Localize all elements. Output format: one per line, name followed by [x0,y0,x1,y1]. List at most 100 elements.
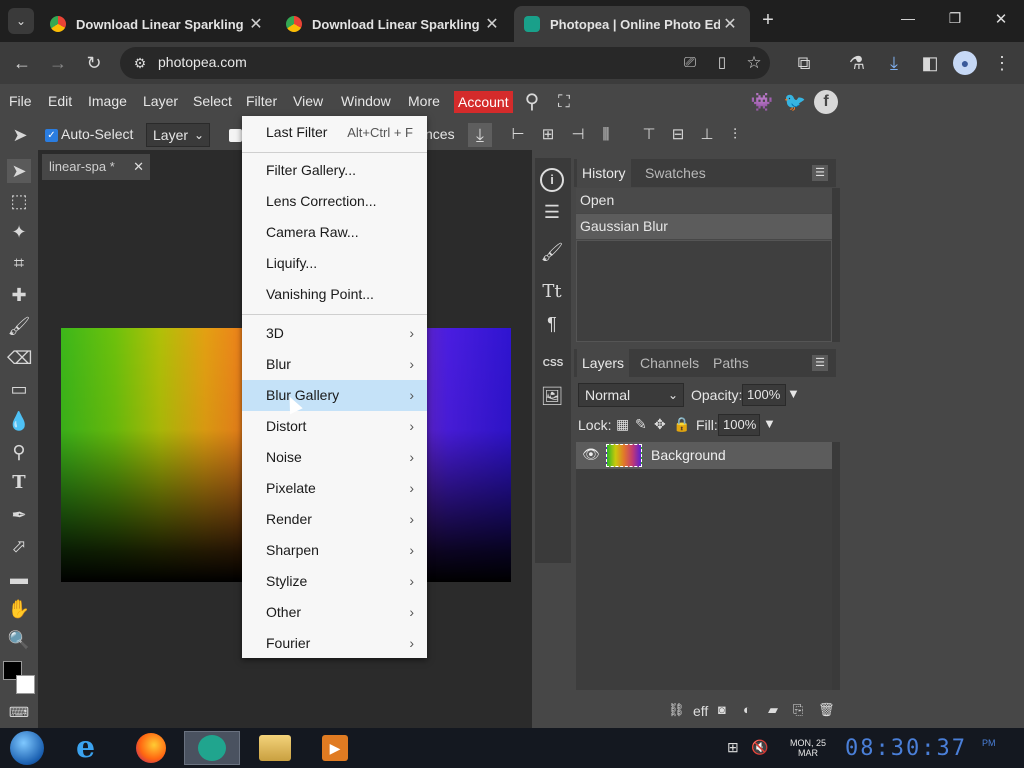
tab-swatches[interactable]: Swatches [640,159,711,187]
blend-mode-select[interactable]: Normal ⌄ [578,383,684,407]
move-tool-icon[interactable]: ➤ [7,159,31,183]
tab-search-button[interactable]: ⌄ [8,8,34,34]
tab-channels[interactable]: Channels [635,349,704,377]
document-tab[interactable]: linear-spa * ✕ [42,154,150,180]
menu-item-stylize[interactable]: Stylize › [242,566,427,597]
tab-close-icon[interactable]: ✕ [246,14,266,34]
layers-scrollbar[interactable] [832,442,840,690]
tab-close-icon[interactable]: ✕ [720,14,740,34]
volume-muted-icon[interactable]: 🔇 [751,739,768,756]
back-icon[interactable]: ← [10,51,34,75]
menu-item-blur-gallery[interactable]: Blur Gallery › [242,380,427,411]
align-right-icon[interactable]: ⊣ [566,123,590,147]
new-group-icon[interactable]: ▰ [768,702,778,718]
magic-wand-tool-icon[interactable]: ✦ [7,220,31,244]
brush-settings-icon[interactable]: 🖌 [540,240,564,264]
align-left-icon[interactable]: ⊢ [506,123,530,147]
marquee-tool-icon[interactable]: ⬚ [7,189,31,213]
distribute-v-icon[interactable]: ⫶ [723,123,747,147]
media-player-icon[interactable]: ▶ [312,731,358,765]
browser-tab-2[interactable]: Download Linear Sparkling Ra ✕ [276,6,512,42]
tab-layers[interactable]: Layers [577,349,630,377]
menu-item-render[interactable]: Render › [242,504,427,535]
search-icon[interactable]: ⚲ [520,90,544,114]
layer-row[interactable]: 👁 Background [576,442,832,469]
install-app-icon[interactable]: ⎚ [678,51,702,75]
facebook-icon[interactable]: f [814,90,838,114]
menu-filter[interactable]: Filter [246,93,277,109]
pen-tool-icon[interactable]: ✒ [7,503,31,527]
menu-item-blur[interactable]: Blur › [242,349,427,380]
new-layer-icon[interactable]: ⎘ [793,702,803,718]
address-bar[interactable]: ⚙ photopea.com ⎚ ▯ ☆ [120,47,770,79]
menu-item-vanishing-point[interactable]: Vanishing Point... [242,279,427,310]
healing-tool-icon[interactable]: ✚ [7,283,31,307]
profile-avatar-icon[interactable]: ● [953,51,977,75]
distribute-h-icon[interactable]: ⫼ [594,123,618,147]
menu-item-filter-gallery[interactable]: Filter Gallery... [242,155,427,186]
reload-icon[interactable]: ↻ [82,51,106,75]
opacity-dropdown-icon[interactable]: ▼ [787,386,800,401]
reddit-icon[interactable]: 👾 [750,90,774,114]
background-color-swatch[interactable] [16,675,35,694]
info-icon[interactable]: i [540,168,564,192]
shape-tool-icon[interactable]: ▬ [7,566,31,590]
paragraph-icon[interactable]: ¶ [540,312,564,336]
menu-item-liquify[interactable]: Liquify... [242,248,427,279]
fullscreen-icon[interactable]: ⛶ [552,90,576,114]
forward-icon[interactable]: → [46,51,70,75]
menu-more[interactable]: More [408,93,440,109]
fill-dropdown-icon[interactable]: ▼ [763,416,776,431]
start-button[interactable] [6,730,46,766]
side-panel-icon[interactable]: ◧ [918,51,942,75]
dodge-tool-icon[interactable]: ⚲ [7,440,31,464]
tab-close-icon[interactable]: ✕ [482,14,502,34]
lock-position-icon[interactable]: ✥ [654,416,666,433]
browser-tab-3[interactable]: Photopea | Online Photo Editor ✕ [514,6,750,42]
crop-tool-icon[interactable]: ⌗ [7,251,31,275]
photopea-taskbar-icon[interactable] [184,731,240,765]
browser-tab-1[interactable]: Download Linear Sparkling Ra ✕ [40,6,276,42]
bookmark-star-icon[interactable]: ☆ [742,51,766,75]
type-tool-icon[interactable]: T [7,471,31,495]
hand-tool-icon[interactable]: ✋ [7,597,31,621]
fill-input[interactable]: 100% [718,414,760,436]
kebab-menu-icon[interactable]: ⋮ [990,51,1014,75]
menu-item-3d[interactable]: 3D › [242,318,427,349]
menu-item-camera-raw[interactable]: Camera Raw... [242,217,427,248]
taskbar-clock[interactable]: 08:30:37 [845,736,967,761]
lock-transparency-icon[interactable]: ▦ [616,416,629,433]
blur-tool-icon[interactable]: 💧 [7,409,31,433]
close-window-button[interactable]: ✕ [989,10,1013,28]
layer-group-select[interactable]: Layer ⌄ [146,123,210,147]
css-icon[interactable]: CSS [538,352,568,376]
taskbar-date[interactable]: MON, 25 MAR [785,738,831,758]
tab-paths[interactable]: Paths [708,349,754,377]
adjustments-icon[interactable]: ☰ [540,200,564,224]
transform-controls-checkbox[interactable] [229,129,242,142]
history-item[interactable]: Open [576,188,832,213]
tab-history[interactable]: History [577,159,631,187]
gradient-tool-icon[interactable]: ▭ [7,377,31,401]
menu-item-lens-correction[interactable]: Lens Correction... [242,186,427,217]
align-download-icon[interactable]: ⤓ [468,123,492,147]
menu-item-sharpen[interactable]: Sharpen › [242,535,427,566]
image-icon[interactable]: 🖼 [540,384,564,408]
document-close-icon[interactable]: ✕ [133,154,144,180]
file-explorer-icon[interactable] [252,731,298,765]
align-middle-v-icon[interactable]: ⊟ [666,123,690,147]
internet-explorer-icon[interactable]: e [68,731,114,765]
visibility-eye-icon[interactable]: 👁 [582,446,600,463]
menu-item-fourier[interactable]: Fourier › [242,628,427,659]
download-icon[interactable]: ⤓ [882,51,906,75]
menu-view[interactable]: View [293,93,323,109]
menu-window[interactable]: Window [341,93,391,109]
maximize-button[interactable]: ❐ [943,10,967,27]
minimize-button[interactable]: — [896,10,920,26]
account-button[interactable]: Account [454,91,513,113]
path-select-tool-icon[interactable]: ⬀ [7,534,31,558]
history-scrollbar[interactable] [832,188,840,342]
character-icon[interactable]: Tt [540,280,564,304]
panel-menu-icon[interactable]: ☰ [812,355,828,371]
history-item[interactable]: Gaussian Blur [576,214,832,239]
